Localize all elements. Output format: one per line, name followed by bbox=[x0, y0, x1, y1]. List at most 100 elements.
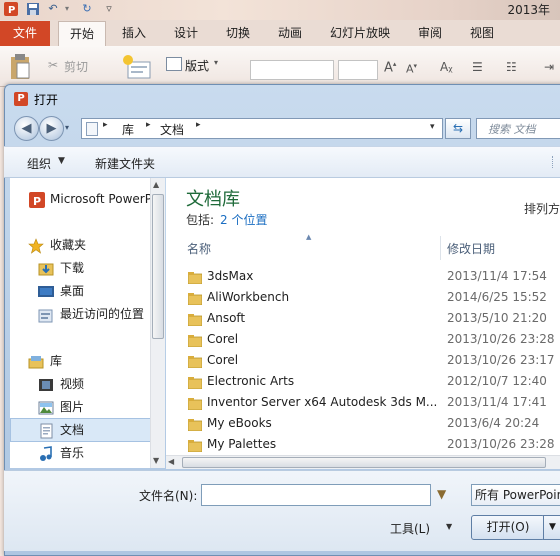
view-options-icon[interactable] bbox=[552, 156, 560, 168]
column-header-name[interactable]: 名称 bbox=[187, 240, 211, 257]
file-row[interactable]: AliWorkbench 2014/6/25 15:52 bbox=[184, 287, 560, 308]
dialog-toolbar: 组织 ▼ 新建文件夹 bbox=[4, 146, 560, 178]
customize-qat-icon[interactable]: ▿ bbox=[102, 2, 116, 16]
save-icon[interactable] bbox=[26, 2, 40, 16]
file-row[interactable]: Inventor Server x64 Autodesk 3ds M... 201… bbox=[184, 392, 560, 413]
file-modified-date: 2014/6/25 15:52 bbox=[447, 290, 547, 304]
nav-item-powerpoint[interactable]: Microsoft PowerPoint bbox=[50, 189, 150, 210]
address-dropdown-icon[interactable]: ▾ bbox=[430, 122, 435, 132]
nav-item-libraries[interactable]: 库 bbox=[50, 351, 62, 372]
dialog-title: 打开 bbox=[34, 93, 59, 107]
open-button[interactable]: 打开(O) bbox=[471, 515, 545, 540]
clear-format-icon[interactable]: Aᵪ bbox=[440, 60, 453, 74]
library-includes-label: 包括: bbox=[186, 213, 215, 227]
redo-icon[interactable]: ↻ bbox=[80, 2, 94, 16]
sort-ascending-icon: ▲ bbox=[306, 233, 312, 241]
organize-dropdown-icon[interactable]: ▼ bbox=[58, 156, 65, 166]
new-slide-icon[interactable] bbox=[122, 54, 152, 82]
undo-dropdown-icon[interactable]: ▾ bbox=[60, 2, 74, 16]
file-name: My Palettes bbox=[207, 437, 277, 451]
paste-icon[interactable] bbox=[8, 54, 32, 80]
file-row[interactable]: Corel 2013/10/26 23:28 bbox=[184, 329, 560, 350]
file-row[interactable]: Electronic Arts 2012/10/7 12:40 bbox=[184, 371, 560, 392]
breadcrumb-documents[interactable]: 文档 bbox=[160, 121, 184, 138]
nav-scroll-thumb[interactable] bbox=[152, 194, 164, 339]
nav-item-recent[interactable]: 最近访问的位置 bbox=[60, 304, 144, 325]
nav-item-music[interactable]: 音乐 bbox=[60, 443, 84, 464]
file-modified-date: 2013/11/4 17:41 bbox=[447, 395, 547, 409]
breadcrumb-separator-icon: ▸ bbox=[103, 120, 108, 130]
file-row[interactable]: Ansoft 2013/5/10 21:20 bbox=[184, 308, 560, 329]
file-list-hscrollbar[interactable]: ◀ bbox=[166, 455, 560, 469]
numbering-icon[interactable]: ☷ bbox=[506, 60, 517, 74]
star-icon bbox=[28, 238, 44, 254]
forward-button[interactable]: ▶ bbox=[39, 116, 64, 141]
tab-review[interactable]: 审阅 bbox=[414, 21, 446, 46]
scroll-up-icon[interactable]: ▲ bbox=[153, 180, 159, 189]
file-row[interactable]: My eBooks 2013/6/4 20:24 bbox=[184, 413, 560, 434]
grow-font-icon[interactable]: A▴ bbox=[384, 60, 396, 75]
arrange-by-label[interactable]: 排列方 bbox=[524, 200, 560, 217]
layout-button[interactable]: 版式 bbox=[185, 57, 209, 74]
videos-icon bbox=[38, 377, 54, 393]
folder-icon bbox=[187, 312, 203, 327]
font-size-box[interactable] bbox=[338, 60, 378, 80]
file-row[interactable]: Corel 2013/10/26 23:17 bbox=[184, 350, 560, 371]
file-modified-date: 2013/10/26 23:17 bbox=[447, 353, 555, 367]
folder-icon bbox=[187, 354, 203, 369]
nav-item-pictures[interactable]: 图片 bbox=[60, 397, 84, 418]
recent-locations-dropdown-icon[interactable]: ▾ bbox=[65, 123, 69, 132]
search-input[interactable]: 搜索 文档 bbox=[476, 118, 560, 139]
window-title: 2013年 bbox=[507, 3, 550, 17]
breadcrumb-separator-icon: ▸ bbox=[196, 120, 201, 130]
tools-button[interactable]: 工具(L) bbox=[390, 520, 430, 537]
nav-item-downloads[interactable]: 下载 bbox=[60, 258, 84, 279]
back-button[interactable]: ◀ bbox=[14, 116, 39, 141]
hscroll-thumb[interactable] bbox=[182, 457, 546, 468]
column-header-date[interactable]: 修改日期 bbox=[447, 240, 495, 257]
tab-transitions[interactable]: 切换 bbox=[222, 21, 254, 46]
tab-view[interactable]: 视图 bbox=[466, 21, 498, 46]
tools-dropdown-icon[interactable]: ▼ bbox=[446, 522, 452, 531]
open-options-dropdown-icon[interactable]: ▼ bbox=[543, 515, 560, 540]
scroll-down-icon[interactable]: ▼ bbox=[153, 456, 159, 465]
nav-item-desktop[interactable]: 桌面 bbox=[60, 281, 84, 302]
nav-item-videos[interactable]: 视频 bbox=[60, 374, 84, 395]
nav-item-documents[interactable]: 文档 bbox=[60, 420, 84, 441]
font-name-box[interactable] bbox=[250, 60, 334, 80]
tab-slideshow[interactable]: 幻灯片放映 bbox=[327, 21, 393, 46]
library-locations-link[interactable]: 2 个位置 bbox=[220, 211, 267, 228]
tab-design[interactable]: 设计 bbox=[170, 21, 202, 46]
cut-button[interactable]: 剪切 bbox=[64, 58, 88, 75]
filename-input[interactable] bbox=[201, 484, 431, 506]
folder-icon bbox=[187, 396, 203, 411]
shrink-font-icon[interactable]: A▾ bbox=[406, 62, 417, 76]
tab-file[interactable]: 文件 bbox=[0, 21, 50, 46]
file-row[interactable]: My Palettes 2013/10/26 23:28 bbox=[184, 434, 560, 455]
filename-dropdown-icon[interactable]: ▼ bbox=[437, 487, 446, 501]
nav-scrollbar[interactable]: ▲ ▼ bbox=[150, 178, 165, 468]
scroll-left-icon[interactable]: ◀ bbox=[168, 457, 174, 466]
file-row[interactable]: 3dsMax 2013/11/4 17:54 bbox=[184, 266, 560, 287]
address-bar[interactable]: ▸ 库 ▸ 文档 ▸ ▾ bbox=[81, 118, 443, 139]
refresh-button[interactable]: ⇆ bbox=[445, 118, 471, 139]
tab-home[interactable]: 开始 bbox=[58, 21, 106, 47]
organize-button[interactable]: 组织 bbox=[27, 155, 51, 172]
scissors-icon[interactable]: ✂ bbox=[48, 58, 58, 72]
filetype-select[interactable]: 所有 PowerPoint bbox=[471, 484, 560, 506]
layout-dropdown-icon[interactable]: ▾ bbox=[214, 58, 218, 67]
layout-icon[interactable] bbox=[166, 57, 182, 71]
file-name: AliWorkbench bbox=[207, 290, 290, 304]
breadcrumb-separator-icon: ▸ bbox=[146, 120, 151, 130]
music-icon bbox=[38, 446, 54, 462]
bullets-icon[interactable]: ☰ bbox=[472, 60, 483, 74]
breadcrumb-libraries[interactable]: 库 bbox=[122, 121, 134, 138]
folder-icon bbox=[187, 270, 203, 285]
tab-animations[interactable]: 动画 bbox=[274, 21, 306, 46]
undo-icon[interactable]: ↶ bbox=[46, 2, 60, 16]
documents-icon bbox=[38, 423, 54, 439]
new-folder-button[interactable]: 新建文件夹 bbox=[95, 155, 155, 172]
indent-icon[interactable]: ⇥ bbox=[544, 60, 554, 74]
tab-insert[interactable]: 插入 bbox=[118, 21, 150, 46]
nav-item-favorites[interactable]: 收藏夹 bbox=[50, 235, 86, 256]
